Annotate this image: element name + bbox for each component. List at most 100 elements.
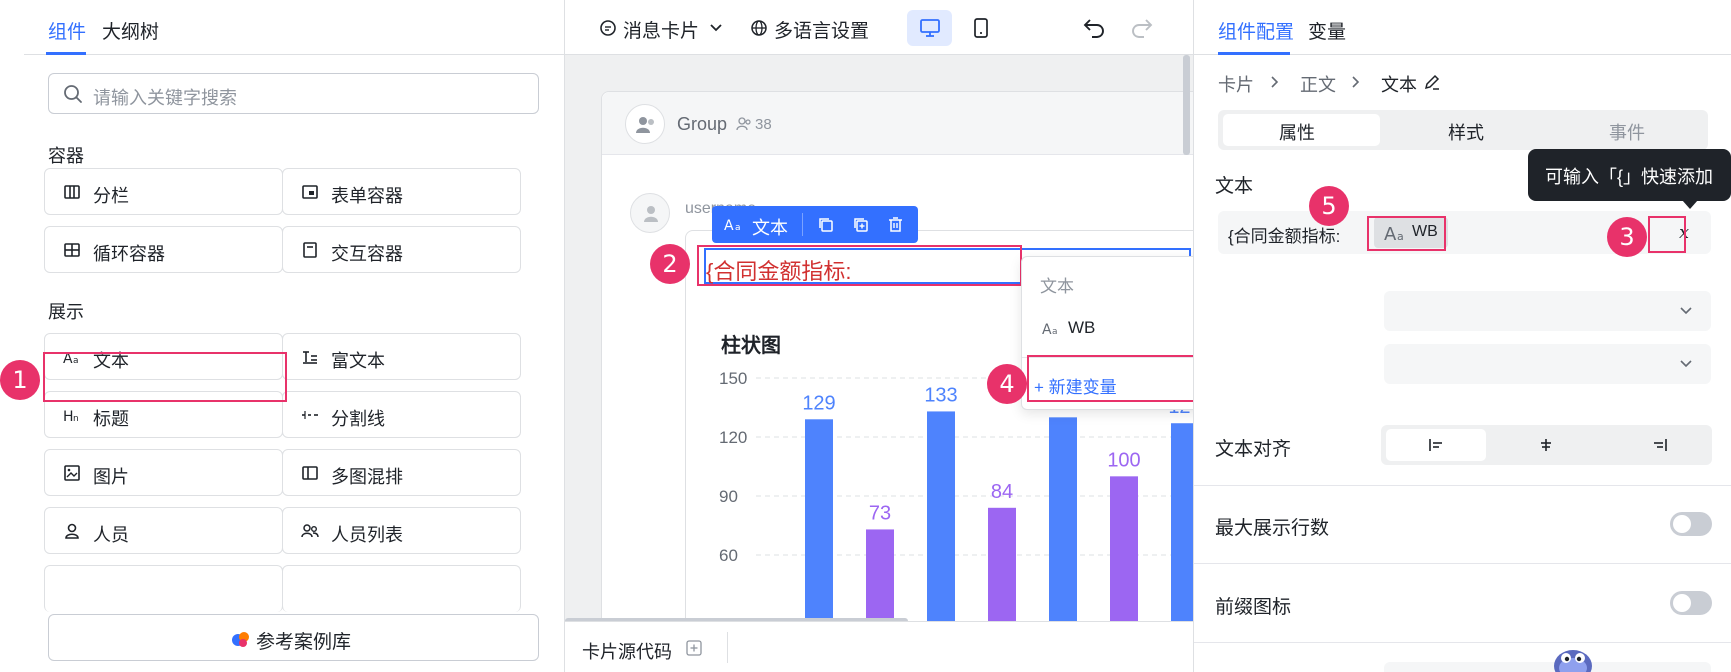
dropdown-option-label: WB	[1068, 318, 1096, 337]
group-avatar	[625, 104, 665, 144]
row-divider	[1194, 642, 1731, 643]
variable-hint-tooltip: 可输入「{」快速添加	[1528, 149, 1731, 209]
selected-component-name: 文本	[752, 218, 788, 238]
dropdown-group-header: 文本	[1040, 277, 1074, 296]
globe-icon	[751, 20, 767, 36]
component-label: 标题	[93, 409, 129, 429]
duplicate-icon[interactable]	[852, 216, 869, 233]
case-library-label: 参考案例库	[256, 632, 352, 653]
component-label: 循环容器	[93, 244, 165, 264]
canvas-toolbar: 消息卡片 多语言设置	[565, 0, 1193, 55]
svg-text:H: H	[63, 409, 74, 424]
svg-text:a: a	[735, 223, 741, 233]
language-settings-button[interactable]: 多语言设置	[774, 16, 869, 43]
component-image[interactable]: 图片	[44, 449, 283, 496]
copy-icon[interactable]	[817, 216, 834, 233]
selected-component-toolbar: Aa 文本	[712, 206, 918, 243]
person-list-icon	[301, 524, 319, 538]
canvas-bottom-bar: 卡片源代码	[565, 621, 1193, 672]
mobile-view-icon[interactable]	[972, 17, 990, 39]
highlight-box-3	[1648, 216, 1686, 253]
tab-components[interactable]: 组件	[48, 17, 86, 44]
component-form-container[interactable]: 表单容器	[282, 168, 521, 215]
component-rich-text[interactable]: 富文本	[282, 333, 521, 380]
component-label: 富文本	[331, 351, 385, 371]
edit-pencil-icon[interactable]	[1423, 73, 1441, 91]
delete-icon[interactable]	[887, 216, 904, 233]
component-label: 交互容器	[331, 244, 403, 264]
redo-icon[interactable]	[1130, 16, 1154, 38]
divider-icon	[302, 411, 318, 419]
step-badge-3: 3	[1607, 217, 1647, 257]
toolbar-divider	[802, 213, 803, 236]
text-field-label: 文本	[1215, 176, 1254, 197]
tab-component-config[interactable]: 组件配置	[1218, 17, 1294, 44]
bottom-divider	[727, 632, 728, 663]
add-icon[interactable]	[686, 640, 702, 656]
text-size-select[interactable]	[1384, 291, 1711, 331]
y-tick-label: 120	[719, 428, 747, 447]
component-divider[interactable]: 分割线	[282, 391, 521, 438]
text-aa-icon: Aa	[724, 218, 741, 233]
breadcrumb-body[interactable]: 正文	[1300, 71, 1336, 97]
max-lines-toggle[interactable]	[1670, 512, 1712, 536]
text-content-value: {合同金额指标:	[1228, 227, 1341, 246]
segment-events[interactable]: 事件	[1609, 119, 1645, 145]
component-person-list[interactable]: 人员列表	[282, 507, 521, 554]
component-partial[interactable]	[282, 565, 521, 612]
component-loop-container[interactable]: 循环容器	[44, 226, 283, 273]
y-tick-label: 90	[719, 487, 738, 506]
component-search-input[interactable]: 请输入关键字搜索	[48, 73, 539, 114]
y-tick-label: 150	[719, 369, 747, 388]
undo-icon[interactable]	[1082, 16, 1106, 38]
step-badge-4: 4	[987, 364, 1027, 404]
row-divider	[1194, 485, 1731, 486]
component-multi-image[interactable]: 多图混排	[282, 449, 521, 496]
user-avatar	[630, 193, 670, 233]
card-source-code-tab[interactable]: 卡片源代码	[582, 638, 672, 664]
tab-variables[interactable]: 变量	[1308, 17, 1346, 44]
prefix-icon-label: 前缀图标	[1215, 597, 1292, 618]
form-container-icon	[302, 185, 318, 199]
component-columns[interactable]: 分栏	[44, 168, 283, 215]
bar-value-label: 84	[991, 481, 1013, 503]
bar	[927, 411, 955, 656]
bar-value-label: 100	[1107, 449, 1140, 471]
highlight-box-1	[43, 352, 287, 402]
tab-outline-tree[interactable]: 大纲树	[102, 17, 159, 44]
search-icon	[64, 85, 82, 103]
tooltip-text: 可输入「{」快速添加	[1545, 167, 1714, 187]
align-right-icon[interactable]	[1652, 438, 1668, 452]
align-center-icon[interactable]	[1538, 438, 1554, 452]
tooltip-arrow	[1682, 200, 1698, 209]
chevron-down-icon[interactable]	[709, 21, 723, 35]
chevron-right-icon	[1271, 76, 1279, 88]
assistant-mascot-icon[interactable]	[1552, 640, 1594, 672]
breadcrumb-current: 文本	[1381, 75, 1417, 95]
right-tabbar: 组件配置 变量	[1194, 0, 1731, 55]
rich-text-icon	[303, 351, 317, 364]
component-interactive-container[interactable]: 交互容器	[282, 226, 521, 273]
chevron-right-icon	[1352, 76, 1360, 88]
bar-value-label: 133	[924, 384, 957, 406]
component-partial[interactable]	[44, 565, 283, 612]
image-icon	[64, 465, 80, 481]
text-align-label: 文本对齐	[1215, 439, 1292, 460]
prefix-icon-toggle[interactable]	[1670, 591, 1712, 615]
left-tabbar: 组件 大纲树	[24, 0, 564, 55]
component-person[interactable]: 人员	[44, 507, 283, 554]
align-left-icon	[1429, 439, 1442, 451]
case-library-button[interactable]: 参考案例库	[48, 614, 539, 661]
segment-style[interactable]: 样式	[1448, 119, 1484, 145]
canvas-vertical-scrollbar[interactable]	[1183, 55, 1190, 155]
section-container-title: 容器	[48, 146, 84, 166]
text-color-select[interactable]	[1384, 344, 1711, 384]
component-label: 表单容器	[331, 186, 403, 206]
segment-properties[interactable]: 属性	[1279, 119, 1315, 145]
config-panel: 组件配置 变量 卡片 正文 文本 属性 样式 事件 文本 {合同金额指标: Aa…	[1193, 0, 1731, 672]
message-card-selector[interactable]: 消息卡片	[623, 16, 699, 43]
breadcrumb-card[interactable]: 卡片	[1218, 71, 1254, 97]
step-badge-5: 5	[1309, 186, 1349, 226]
align-left-button[interactable]	[1386, 429, 1486, 461]
desktop-view-button[interactable]	[907, 10, 952, 46]
